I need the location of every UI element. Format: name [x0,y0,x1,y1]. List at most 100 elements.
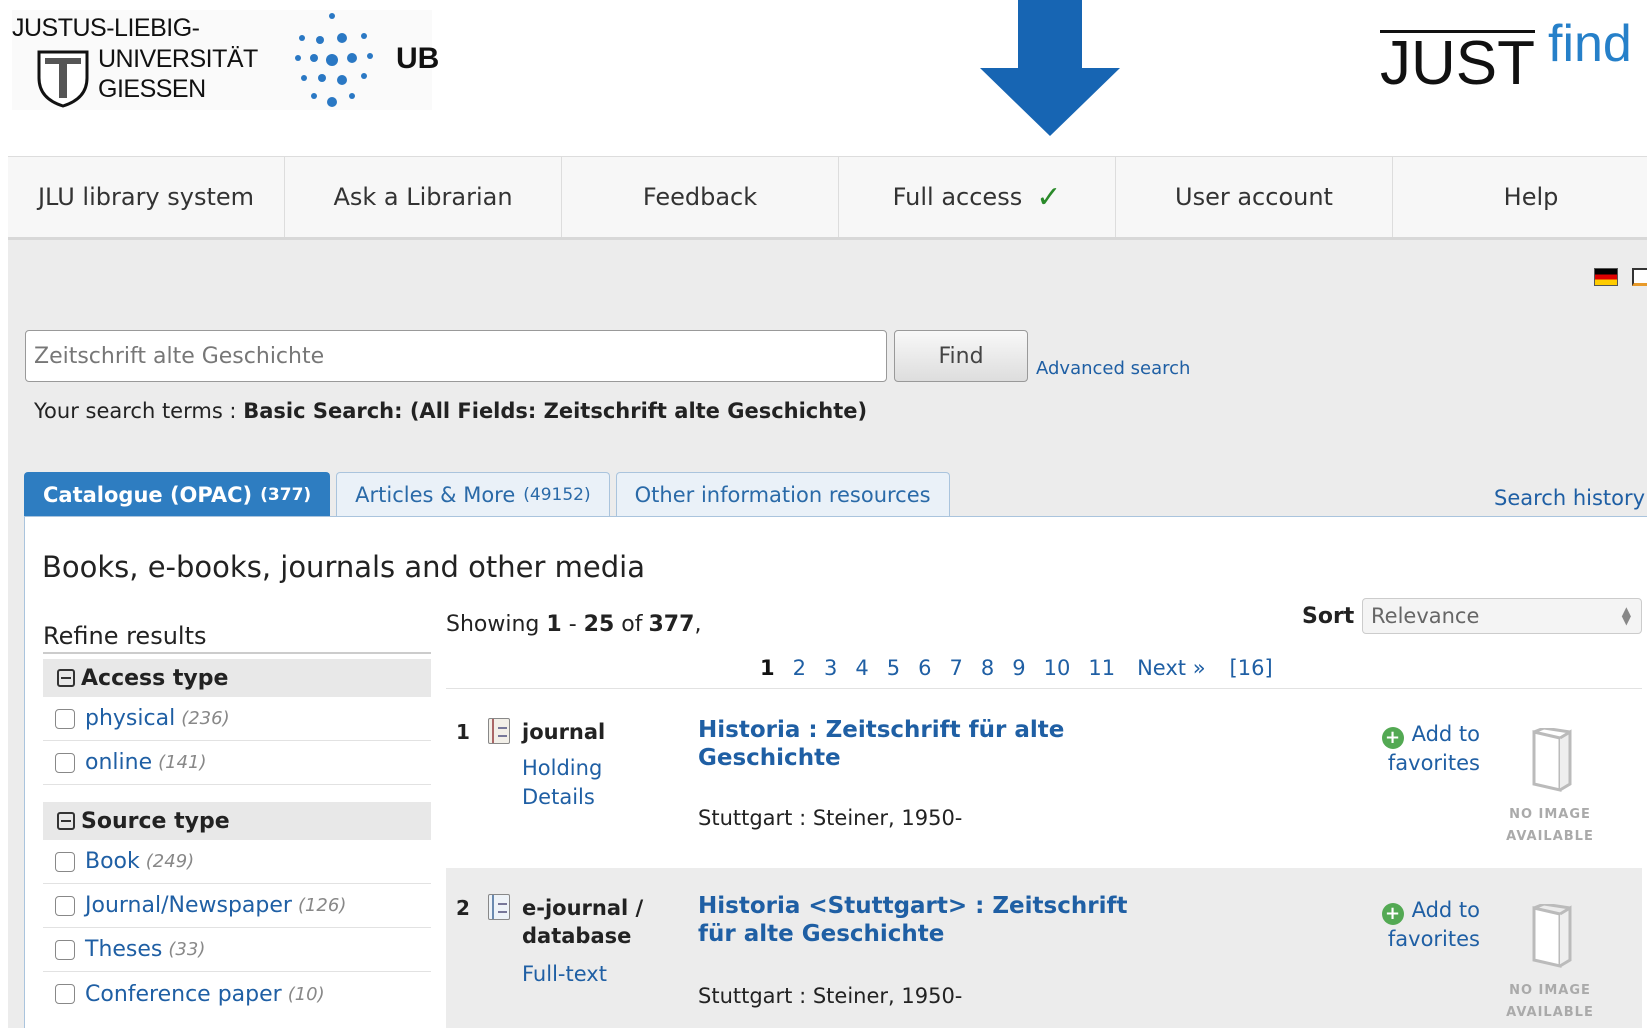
logo-line2: UNIVERSITÄT [98,45,258,73]
showing-total: 377 [648,612,695,637]
result-publisher: Stuttgart : Steiner, 1950- [698,984,963,1008]
checkbox[interactable] [55,895,75,916]
tab-other-resources[interactable]: Other information resources [615,472,950,516]
result-number: 2 [456,896,470,920]
tab-count: (49152) [523,484,591,505]
page-link[interactable]: 5 [887,656,900,680]
tab-label: Other information resources [634,482,931,507]
page-link[interactable]: 4 [855,656,868,680]
search-history-link[interactable]: Search history [1494,486,1645,510]
result-type: e-journal / database [522,896,644,948]
no-image-placeholder: NO IMAGE AVAILABLE [1500,894,1600,1020]
english-flag-icon[interactable] [1632,268,1647,286]
showing-dash: - [568,612,577,637]
result-tabs: Catalogue (OPAC) (377) Articles & More (… [24,472,950,516]
shield-icon [37,50,89,108]
page-link[interactable]: 10 [1044,656,1071,680]
facet-option-journal-newspaper[interactable]: Journal/Newspaper (126) [43,884,431,928]
facet-access-type[interactable]: Access type [43,659,431,697]
e-journal-icon [488,894,510,920]
german-flag-icon[interactable] [1594,268,1618,286]
tab-catalogue[interactable]: Catalogue (OPAC) (377) [24,472,331,516]
facet-option-online[interactable]: online (141) [43,741,431,785]
search-terms-value: Basic Search: (All Fields: Zeitschrift a… [243,399,868,423]
facet-option-conference-paper[interactable]: Conference paper (10) [43,972,431,1016]
facet-option-physical[interactable]: physical (236) [43,697,431,741]
result-title-link[interactable]: Historia <Stuttgart> : Zeitschrift für a… [698,892,1168,948]
results-count: Showing 1 - 25 of 377, [446,612,701,637]
add-to-favorites-link[interactable]: + Add to favorites [1364,896,1480,954]
facet-option-count: (141) [158,752,207,773]
result-title-link[interactable]: Historia : Zeitschrift für alte Geschich… [698,716,1168,772]
page-link[interactable]: 11 [1088,656,1115,680]
add-to-favorites-link[interactable]: + Add to favorites [1364,720,1480,778]
jlu-logo[interactable]: JUSTUS-LIEBIG- UNIVERSITÄT GIESSEN UB [12,10,439,110]
facet-title: Source type [81,808,230,834]
search-terms: Your search terms : Basic Search: (All F… [34,399,867,423]
details-link[interactable]: Details [522,783,595,812]
facet-option-label: Theses [85,937,163,962]
page-link[interactable]: 7 [950,656,963,680]
page-link[interactable]: 6 [918,656,931,680]
no-image-placeholder: NO IMAGE AVAILABLE [1500,718,1600,844]
showing-of: of [621,612,643,637]
brand-find: find [1548,22,1632,73]
nav-help[interactable]: Help [1393,157,1647,237]
book-icon [1532,904,1572,968]
tab-count: (377) [260,484,312,505]
nav-feedback[interactable]: Feedback [562,157,839,237]
showing-comma: , [694,612,702,637]
select-arrows-icon: ▲ ▼ [1621,604,1631,627]
nav-ask-a-librarian[interactable]: Ask a Librarian [285,157,562,237]
no-image-text: NO IMAGE AVAILABLE [1500,980,1600,1024]
no-image-line2: AVAILABLE [1506,829,1594,844]
page-link[interactable]: 9 [1012,656,1025,680]
nav-jlu-library-system[interactable]: JLU library system [8,157,285,237]
search-input[interactable]: Zeitschrift alte Geschichte [25,330,887,382]
tab-articles-more[interactable]: Articles & More (49152) [336,472,610,516]
page-link[interactable]: 2 [793,656,806,680]
facet-option-label: online [85,750,153,775]
logo-line3: GIESSEN [98,75,206,103]
logo-line1: JUSTUS-LIEBIG- [12,14,200,42]
page-next-link[interactable]: Next » [1137,656,1205,680]
facet-source-type[interactable]: Source type [43,802,431,840]
checkbox[interactable] [55,939,75,960]
result-item: 2 e-journal / database Full-text Histori… [446,868,1642,1028]
logo-ub: UB [396,42,440,75]
facet-option-count: (249) [145,851,195,872]
facet-option-label: Conference paper [85,981,282,1007]
facet-option-label: Journal/Newspaper [85,893,292,918]
nav-label: Feedback [642,183,758,211]
checkbox[interactable] [55,984,75,1004]
nav-label: JLU library system [37,183,255,211]
favorites-label: Add to favorites [1387,722,1480,775]
add-icon: + [1381,903,1404,925]
nav-user-account[interactable]: User account [1116,157,1393,237]
page-last-link[interactable]: [16] [1230,656,1273,680]
facet-option-book[interactable]: Book (249) [43,840,431,884]
favorites-label: Add to favorites [1387,898,1480,951]
facet-option-label: Book [85,849,140,874]
checkbox[interactable] [55,851,75,872]
no-image-text: NO IMAGE AVAILABLE [1500,804,1600,848]
find-button[interactable]: Find [894,330,1028,382]
advanced-search-link[interactable]: Advanced search [1036,358,1190,379]
full-text-link[interactable]: Full-text [522,960,607,989]
sort-select[interactable]: Relevance ▲ ▼ [1362,598,1642,634]
holding-link[interactable]: Holding [522,754,602,783]
search-terms-label: Your search terms : [34,399,237,423]
logo-lines: UNIVERSITÄT GIESSEN [98,44,258,104]
nav-full-access[interactable]: Full access ✓ [839,157,1116,237]
page-link[interactable]: 3 [824,656,837,680]
page-link[interactable]: 8 [981,656,994,680]
nav-label: User account [1175,183,1333,211]
checkbox[interactable] [55,752,75,773]
facet-option-count: (236) [181,708,230,729]
justfind-logo[interactable]: JUST find [1380,22,1647,102]
facet-title: Access type [81,665,229,691]
divider [43,652,431,654]
facet-option-theses[interactable]: Theses (33) [43,928,431,972]
showing-label: Showing [446,612,540,637]
checkbox[interactable] [55,708,75,729]
